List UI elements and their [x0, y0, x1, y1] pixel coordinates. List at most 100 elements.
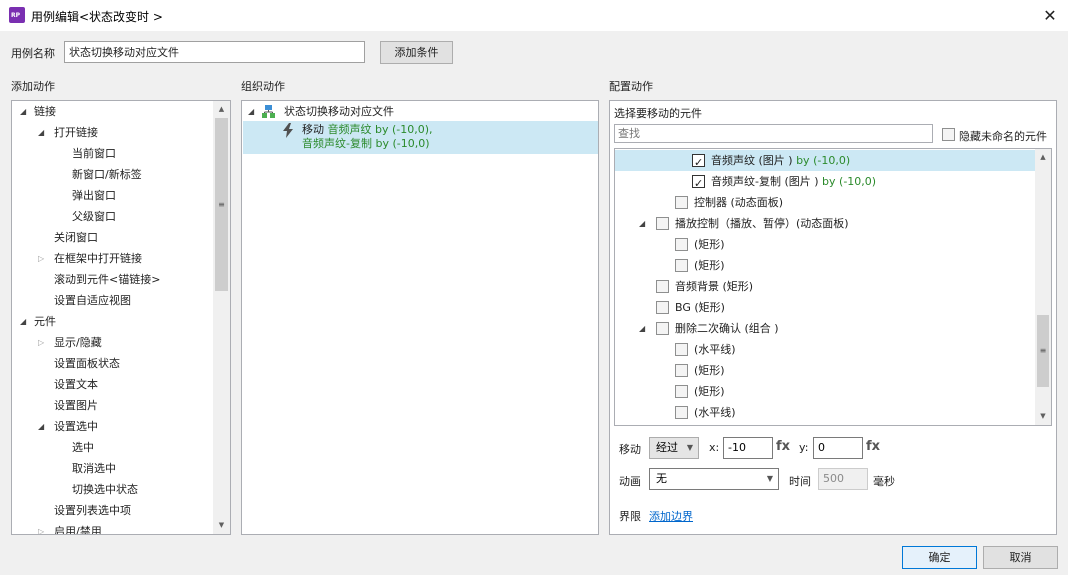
- add-actions-scrollbar[interactable]: ▲ ≡ ▼: [213, 101, 230, 534]
- add-action-item[interactable]: 设置文本: [12, 374, 212, 395]
- case-name-input[interactable]: [64, 41, 365, 63]
- widget-row[interactable]: (矩形): [615, 234, 1035, 255]
- add-action-item[interactable]: 父级窗口: [12, 206, 212, 227]
- collapse-arrow-icon[interactable]: ◢: [639, 318, 645, 339]
- widget-row[interactable]: ◢ 播放控制（播放、暂停）(动态面板): [615, 213, 1035, 234]
- add-action-item[interactable]: ▷ 启用/禁用: [12, 521, 212, 534]
- widget-checkbox[interactable]: [692, 152, 705, 173]
- widget-row[interactable]: 音频声纹 (图片 ) by (-10,0): [615, 150, 1035, 173]
- hide-unnamed-label: 隐藏未命名的元件: [959, 130, 1047, 143]
- widget-name: BG (矩形): [675, 301, 725, 314]
- add-action-label: 弹出窗口: [72, 189, 116, 202]
- widget-row[interactable]: (水平线): [615, 402, 1035, 423]
- add-action-label: 当前窗口: [72, 147, 116, 160]
- widget-row[interactable]: 音频声纹-复制 (图片 ) by (-10,0): [615, 171, 1035, 194]
- widget-row[interactable]: ◢ 删除二次确认 (组合 ): [615, 318, 1035, 339]
- x-fx-icon[interactable]: fx: [776, 439, 790, 454]
- add-action-label: 滚动到元件<锚链接>: [54, 273, 161, 286]
- add-action-item[interactable]: 弹出窗口: [12, 185, 212, 206]
- expand-arrow-icon[interactable]: ▷: [38, 248, 44, 269]
- add-action-item[interactable]: 设置图片: [12, 395, 212, 416]
- y-fx-icon[interactable]: fx: [866, 439, 880, 454]
- add-action-item[interactable]: 切换选中状态: [12, 479, 212, 500]
- widget-checkbox[interactable]: [656, 322, 669, 335]
- x-input[interactable]: -10: [723, 437, 773, 459]
- move-action-node[interactable]: 移动 音频声纹 by (-10,0), 音频声纹-复制 by (-10,0): [243, 121, 598, 154]
- lightning-icon: [283, 123, 293, 138]
- widget-checkbox[interactable]: [675, 259, 688, 272]
- widget-row[interactable]: (矩形): [615, 360, 1035, 381]
- scroll-down-arrow-icon[interactable]: ▼: [1035, 408, 1051, 425]
- chevron-down-icon: ▼: [686, 443, 693, 452]
- widget-checkbox[interactable]: [675, 343, 688, 356]
- add-action-item[interactable]: ◢ 打开链接: [12, 122, 212, 143]
- widget-name: (矩形): [694, 259, 725, 272]
- move-mode-select[interactable]: 经过 ▼: [649, 437, 699, 459]
- add-action-item[interactable]: ◢ 链接: [12, 101, 212, 122]
- add-action-item[interactable]: 滚动到元件<锚链接>: [12, 269, 212, 290]
- y-input[interactable]: 0: [813, 437, 863, 459]
- organize-actions-header: 组织动作: [241, 80, 285, 93]
- widget-label: (水平线): [694, 402, 736, 423]
- add-action-item[interactable]: ◢ 设置选中: [12, 416, 212, 437]
- widget-row[interactable]: (矩形): [615, 381, 1035, 402]
- case-icon: [262, 105, 275, 118]
- add-action-item[interactable]: 关闭窗口: [12, 227, 212, 248]
- scroll-down-arrow-icon[interactable]: ▼: [213, 517, 230, 534]
- add-action-item[interactable]: ▷ 在框架中打开链接: [12, 248, 212, 269]
- widget-checkbox[interactable]: [675, 238, 688, 251]
- widget-label: 音频背景 (矩形): [675, 276, 753, 297]
- cancel-button[interactable]: 取消: [983, 546, 1058, 569]
- axure-app-icon: RP: [9, 7, 25, 23]
- widget-checkbox[interactable]: [656, 280, 669, 293]
- hide-unnamed-checkbox[interactable]: [942, 128, 955, 141]
- scroll-up-arrow-icon[interactable]: ▲: [213, 101, 230, 118]
- expand-arrow-icon[interactable]: ▷: [38, 521, 44, 534]
- add-action-item[interactable]: 设置自适应视图: [12, 290, 212, 311]
- widget-row[interactable]: (水平线): [615, 339, 1035, 360]
- widget-checkbox[interactable]: [692, 173, 705, 194]
- widget-label: 音频声纹-复制 (图片 ) by (-10,0): [711, 171, 876, 192]
- expand-arrow-icon[interactable]: ▷: [38, 332, 44, 353]
- widget-row[interactable]: 控制器 (动态面板): [615, 192, 1035, 213]
- add-condition-button[interactable]: 添加条件: [380, 41, 453, 64]
- add-bounds-link[interactable]: 添加边界: [649, 508, 693, 524]
- collapse-arrow-icon[interactable]: ◢: [20, 101, 26, 122]
- add-action-label: 新窗口/新标签: [72, 168, 142, 181]
- animation-value: 无: [656, 472, 667, 485]
- widget-row[interactable]: (矩形): [615, 255, 1035, 276]
- collapse-arrow-icon[interactable]: ◢: [38, 416, 44, 437]
- add-action-item[interactable]: 取消选中: [12, 458, 212, 479]
- widget-name: 音频声纹-复制 (图片 ): [711, 175, 819, 188]
- widget-row[interactable]: BG (矩形): [615, 297, 1035, 318]
- widget-checkbox[interactable]: [675, 196, 688, 209]
- collapse-arrow-icon[interactable]: ◢: [20, 311, 26, 332]
- add-action-label: 显示/隐藏: [54, 336, 102, 349]
- widget-checkbox[interactable]: [675, 406, 688, 419]
- expand-arrow-icon[interactable]: ◢: [248, 101, 254, 122]
- add-action-item[interactable]: 选中: [12, 437, 212, 458]
- add-action-item[interactable]: 设置列表选中项: [12, 500, 212, 521]
- add-action-item[interactable]: 当前窗口: [12, 143, 212, 164]
- collapse-arrow-icon[interactable]: ◢: [639, 213, 645, 234]
- add-action-item[interactable]: ▷ 显示/隐藏: [12, 332, 212, 353]
- widget-label: 控制器 (动态面板): [694, 192, 783, 213]
- widget-checkbox[interactable]: [675, 385, 688, 398]
- scrollbar-thumb[interactable]: ≡: [215, 118, 228, 291]
- add-action-item[interactable]: 新窗口/新标签: [12, 164, 212, 185]
- widget-checkbox[interactable]: [656, 217, 669, 230]
- widget-checkbox[interactable]: [656, 301, 669, 314]
- animation-select[interactable]: 无 ▼: [649, 468, 779, 490]
- widget-row[interactable]: 音频背景 (矩形): [615, 276, 1035, 297]
- widget-checkbox[interactable]: [675, 364, 688, 377]
- widget-search-input[interactable]: [614, 124, 933, 143]
- widget-tree-scrollbar[interactable]: ▲ ≡ ▼: [1035, 149, 1051, 425]
- add-action-item[interactable]: ◢ 元件: [12, 311, 212, 332]
- scroll-up-arrow-icon[interactable]: ▲: [1035, 149, 1051, 166]
- add-action-item[interactable]: 设置面板状态: [12, 353, 212, 374]
- collapse-arrow-icon[interactable]: ◢: [38, 122, 44, 143]
- widget-name: 控制器 (动态面板): [694, 196, 784, 209]
- ok-button[interactable]: 确定: [902, 546, 977, 569]
- close-icon[interactable]: ✕: [1035, 2, 1065, 29]
- scrollbar-thumb[interactable]: ≡: [1037, 315, 1049, 387]
